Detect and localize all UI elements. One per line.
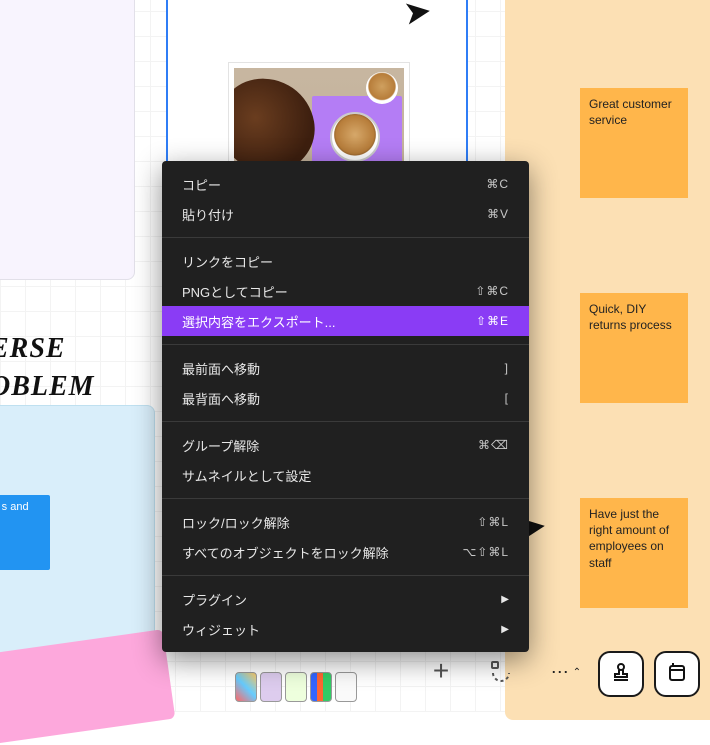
menu-bring-front[interactable]: 最前面へ移動 ]: [162, 353, 529, 383]
menu-label: 貼り付け: [182, 205, 234, 224]
menu-shortcut: ⇧⌘C: [475, 284, 509, 298]
thumbnail[interactable]: [235, 672, 257, 702]
thumbnail[interactable]: [335, 672, 357, 702]
page-thumbnails[interactable]: [235, 672, 357, 702]
menu-copy[interactable]: コピー ⌘C: [162, 169, 529, 199]
arrow-icon: ➤: [403, 0, 433, 32]
menu-shortcut: ]: [505, 361, 509, 375]
menu-lock[interactable]: ロック/ロック解除 ⇧⌘L: [162, 507, 529, 537]
menu-label: PNGとしてコピー: [182, 282, 288, 301]
menu-separator: [162, 575, 529, 576]
menu-set-thumbnail[interactable]: サムネイルとして設定: [162, 460, 529, 490]
dots-icon: ⋯: [551, 662, 569, 683]
menu-separator: [162, 344, 529, 345]
menu-shortcut: [: [505, 391, 509, 405]
menu-label: サムネイルとして設定: [182, 466, 311, 485]
canvas[interactable]: ERSE OBLEM rrent s and ones Great custom…: [0, 0, 710, 712]
menu-export-selection[interactable]: 選択内容をエクスポート... ⇧⌘E: [162, 306, 529, 336]
chevron-up-icon: ⌃: [573, 667, 581, 678]
menu-label: 最前面へ移動: [182, 359, 260, 378]
menu-label: 選択内容をエクスポート...: [182, 312, 335, 331]
menu-send-back[interactable]: 最背面へ移動 [: [162, 383, 529, 413]
menu-separator: [162, 237, 529, 238]
menu-shortcut: ⌘V: [487, 207, 509, 221]
menu-paste[interactable]: 貼り付け ⌘V: [162, 199, 529, 229]
menu-unlock-all[interactable]: すべてのオブジェクトをロック解除 ⌥⇧⌘L: [162, 537, 529, 567]
component-icon: [665, 660, 689, 689]
component-button[interactable]: [654, 651, 700, 697]
purple-frame[interactable]: [0, 0, 135, 280]
menu-label: コピー: [182, 175, 221, 194]
menu-shortcut: ⌘C: [486, 177, 509, 191]
menu-label: ロック/ロック解除: [182, 513, 290, 532]
menu-shortcut: ⇧⌘L: [477, 515, 509, 529]
thumbnail[interactable]: [310, 672, 332, 702]
menu-separator: [162, 498, 529, 499]
thumbnail[interactable]: [260, 672, 282, 702]
menu-separator: [162, 421, 529, 422]
more-menu-button[interactable]: ⋯ ⌃: [546, 652, 586, 692]
menu-ungroup[interactable]: グループ解除 ⌘⌫: [162, 430, 529, 460]
menu-label: ウィジェット: [182, 620, 260, 639]
menu-shortcut: ⌥⇧⌘L: [462, 545, 509, 559]
menu-shortcut: ⇧⌘E: [476, 314, 509, 328]
menu-label: リンクをコピー: [182, 252, 273, 271]
menu-shortcut: ⌘⌫: [478, 438, 509, 452]
menu-label: プラグイン: [182, 590, 247, 609]
sticky-note-1[interactable]: Great customer service: [580, 88, 688, 198]
menu-label: すべてのオブジェクトをロック解除: [182, 543, 389, 562]
hw-line-1: ERSE: [0, 330, 95, 368]
sticky-note-3[interactable]: Have just the right amount of employees …: [580, 498, 688, 608]
food-bowl: [330, 112, 380, 162]
menu-label: 最背面へ移動: [182, 389, 260, 408]
menu-copy-link[interactable]: リンクをコピー: [162, 246, 529, 276]
handwritten-text: ERSE OBLEM: [0, 330, 95, 406]
blue-sticky-note[interactable]: rrent s and ones: [0, 495, 50, 570]
menu-copy-png[interactable]: PNGとしてコピー ⇧⌘C: [162, 276, 529, 306]
hw-line-2: OBLEM: [0, 368, 95, 406]
add-button[interactable]: +: [418, 648, 464, 694]
thumbnail[interactable]: [285, 672, 307, 702]
context-menu[interactable]: コピー ⌘C 貼り付け ⌘V リンクをコピー PNGとしてコピー ⇧⌘C 選択内…: [162, 161, 529, 652]
stamp-icon: [609, 660, 633, 689]
tool-button[interactable]: [478, 648, 524, 694]
menu-label: グループ解除: [182, 436, 259, 455]
chevron-right-icon: ▶: [501, 594, 509, 605]
sticky-note-2[interactable]: Quick, DIY returns process: [580, 293, 688, 403]
small-bowl: [366, 72, 398, 104]
menu-widgets[interactable]: ウィジェット ▶: [162, 614, 529, 644]
menu-plugins[interactable]: プラグイン ▶: [162, 584, 529, 614]
chevron-right-icon: ▶: [501, 624, 509, 635]
stamp-button[interactable]: [598, 651, 644, 697]
